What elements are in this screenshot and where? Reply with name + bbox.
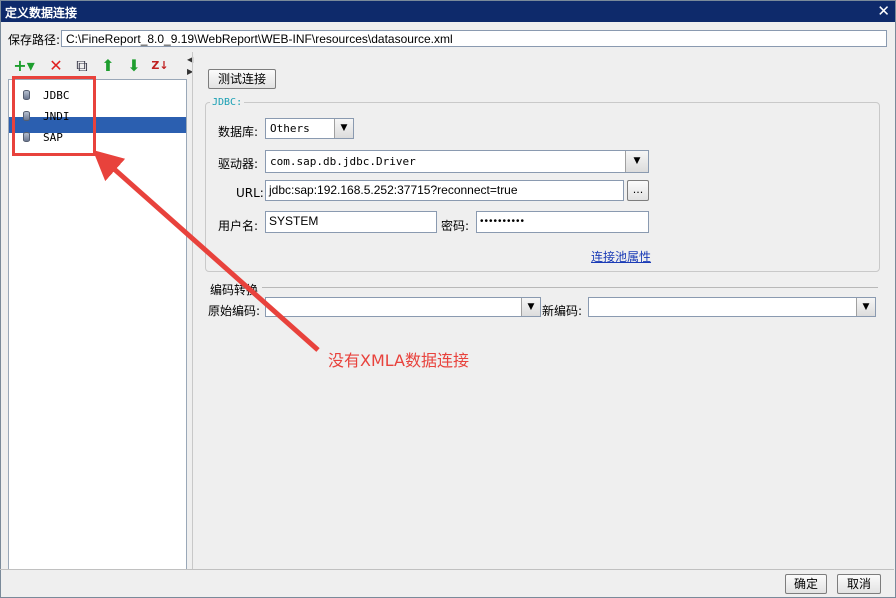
annotation-text: 没有XMLA数据连接 xyxy=(328,351,469,370)
annotation-arrow xyxy=(92,150,320,352)
